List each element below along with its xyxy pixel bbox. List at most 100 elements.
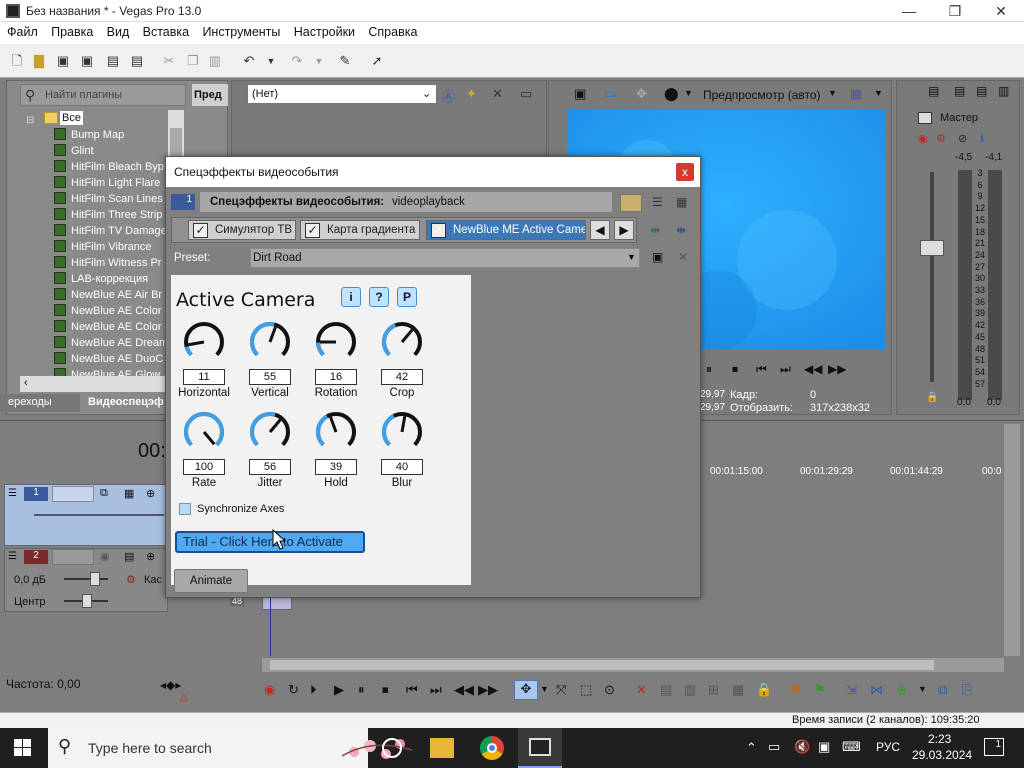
notification-icon[interactable]: 1 [984,738,1004,756]
tree-horizontal-scrollbar[interactable]: ‹ › [20,376,186,392]
overlay-icon[interactable]: ⬤ [664,86,679,102]
track2-name-field[interactable] [52,549,94,565]
knob-dial[interactable] [313,319,359,365]
menu-help[interactable]: Справка [363,22,422,42]
detail-view-icon[interactable]: ☰ [652,195,663,209]
ripple-edit-icon[interactable]: ⊕ [896,682,907,698]
tab-transitions[interactable]: ереходы [8,396,52,408]
track2-fx-icon[interactable]: ▤ [124,550,134,563]
frame-forward-icon[interactable]: ▶▶ [828,362,846,376]
checkbox-icon[interactable]: ✓ [193,223,208,238]
fx-chain-remove-icon[interactable]: ⇼ [676,223,686,237]
taskbar-search-box[interactable]: ⚲ Type here to search [48,728,412,768]
clock-time[interactable]: 2:23 [928,732,951,746]
tray-chevron-icon[interactable]: ⌃ [746,740,757,756]
preview-quality-dropdown[interactable]: Предпросмотр (авто) [703,88,821,102]
paste-icon[interactable]: ▥ [206,52,224,70]
redo-icon[interactable]: ↷ [288,52,306,70]
save-preset-icon[interactable]: ▣ [652,250,663,264]
menu-settings[interactable]: Настройки [289,22,360,42]
zoom-icon[interactable]: ⊙ [604,682,615,698]
knob-value-field[interactable]: 55 [249,369,291,385]
no-icon[interactable]: ⊘ [958,132,967,145]
plugin-item[interactable]: NewBlue AE DuoC [54,351,163,367]
tab-video-fx[interactable]: Видеоспецэф [80,394,172,412]
plugin-item[interactable]: Glint [54,143,94,159]
fx-tab-tv-simulator[interactable]: ✓ Симулятор ТВ [188,220,296,240]
track2-more-icon[interactable]: ⊕ [146,550,155,563]
redo-dropdown-icon[interactable]: ▼ [310,52,328,70]
frame-back-icon[interactable]: ◀◀ [804,362,822,376]
plugin-item[interactable]: LAB-коррекция [54,271,148,287]
external-monitor-icon[interactable]: ▭ [604,86,616,102]
knob-value-field[interactable]: 16 [315,369,357,385]
track-expand-icon[interactable]: ☰ [8,488,17,499]
play-from-start-icon[interactable]: ⏵ [310,682,317,698]
track2-expand-icon[interactable]: ☰ [8,551,17,562]
text-icon[interactable]: Ⓐ [442,86,455,105]
timeline-vscroll[interactable] [1004,424,1020,656]
menu-insert[interactable]: Вставка [138,22,194,42]
timeline-hscroll-thumb[interactable] [270,660,934,670]
volume-slider-handle[interactable] [90,572,100,586]
master-icon-4[interactable]: ▥ [998,84,1009,98]
scroll-left-icon[interactable]: ‹ [24,377,28,389]
minimize-button[interactable]: — [886,0,932,22]
edit-mode-icon[interactable]: ✥ [514,680,538,700]
copy-icon[interactable]: ❐ [184,52,202,70]
tree-collapse-icon[interactable]: ⊟ [26,115,34,126]
track1-opacity-slider[interactable] [34,514,164,516]
marker-icon[interactable]: ⚑ [790,682,802,698]
maximize-button[interactable]: ❐ [932,0,978,22]
snap-icon[interactable]: ⇲ [846,682,857,698]
group-icon[interactable]: ⧉ [938,682,947,698]
volume-muted-icon[interactable]: 🔇 [794,739,810,755]
knob-dial[interactable] [313,409,359,455]
open-folder-icon[interactable]: ▇ [30,52,48,70]
grid-icon[interactable]: ▦ [850,86,862,102]
new-file-icon[interactable]: 🗋 [8,52,26,70]
knob-dial[interactable] [181,409,227,455]
knob-dial[interactable] [379,409,425,455]
menu-edit[interactable]: Правка [46,22,98,42]
plugin-item[interactable]: HitFilm Scan Lines [54,191,163,207]
prev-frame-icon[interactable]: ⏮ [756,362,767,377]
rate-slider-icon[interactable]: ◂◆▸ [160,678,181,692]
language-indicator[interactable]: РУС [876,740,900,754]
knob-value-field[interactable]: 11 [183,369,225,385]
transport-pause-icon[interactable]: ⏸ [358,682,365,698]
loop-icon[interactable]: ↻ [288,682,299,698]
master-fader-handle[interactable] [920,240,944,256]
plugin-item[interactable]: Bump Map [54,127,124,143]
track2-fx-gear-icon[interactable]: ⚙ [126,573,136,586]
trim-icon[interactable]: ▤ [660,682,672,698]
region-icon[interactable]: ⚑ [814,682,826,698]
composite-icon[interactable]: ⧉ [100,487,108,500]
clock-date[interactable]: 29.03.2024 [912,748,972,762]
tree-root-all[interactable]: Все [60,111,83,125]
lock-events-icon[interactable]: ⊞ [708,682,719,698]
fx-gear-icon[interactable]: ⚙ [936,132,946,145]
audio-clip[interactable] [262,596,292,610]
save-icon[interactable]: ▣ [54,52,72,70]
lock-envelope-icon[interactable]: ⎘ [962,682,972,698]
mute-icon[interactable]: ◉ [918,132,928,145]
preset-dropdown[interactable]: Dirt Road ▼ [250,248,640,268]
undo-icon[interactable]: ↶ [240,52,258,70]
track-fx-icon[interactable]: ▦ [124,487,134,500]
plugin-item[interactable]: HitFilm Witness Pr [54,255,161,271]
knob-dial[interactable] [181,319,227,365]
dialog-close-button[interactable]: x [676,163,694,181]
close-button[interactable]: ✕ [978,0,1024,22]
grid-view-icon[interactable]: ▦ [676,195,687,209]
keyboard-icon[interactable]: ⌨ [842,739,861,755]
network-icon[interactable]: ▭ [768,739,780,755]
fx-tab-active-camera[interactable]: ✓ NewBlue ME Active Camer [426,220,586,240]
plugin-item[interactable]: HitFilm Three Strip [54,207,162,223]
media-combo[interactable]: (Нет) ⌄ [247,84,437,104]
knob-value-field[interactable]: 56 [249,459,291,475]
record-icon[interactable]: ◉ [264,682,275,698]
plugin-item[interactable]: NewBlue AE Dream [54,335,168,351]
track1-name-field[interactable] [52,486,94,502]
stop-icon[interactable]: ⏹ [732,362,738,377]
